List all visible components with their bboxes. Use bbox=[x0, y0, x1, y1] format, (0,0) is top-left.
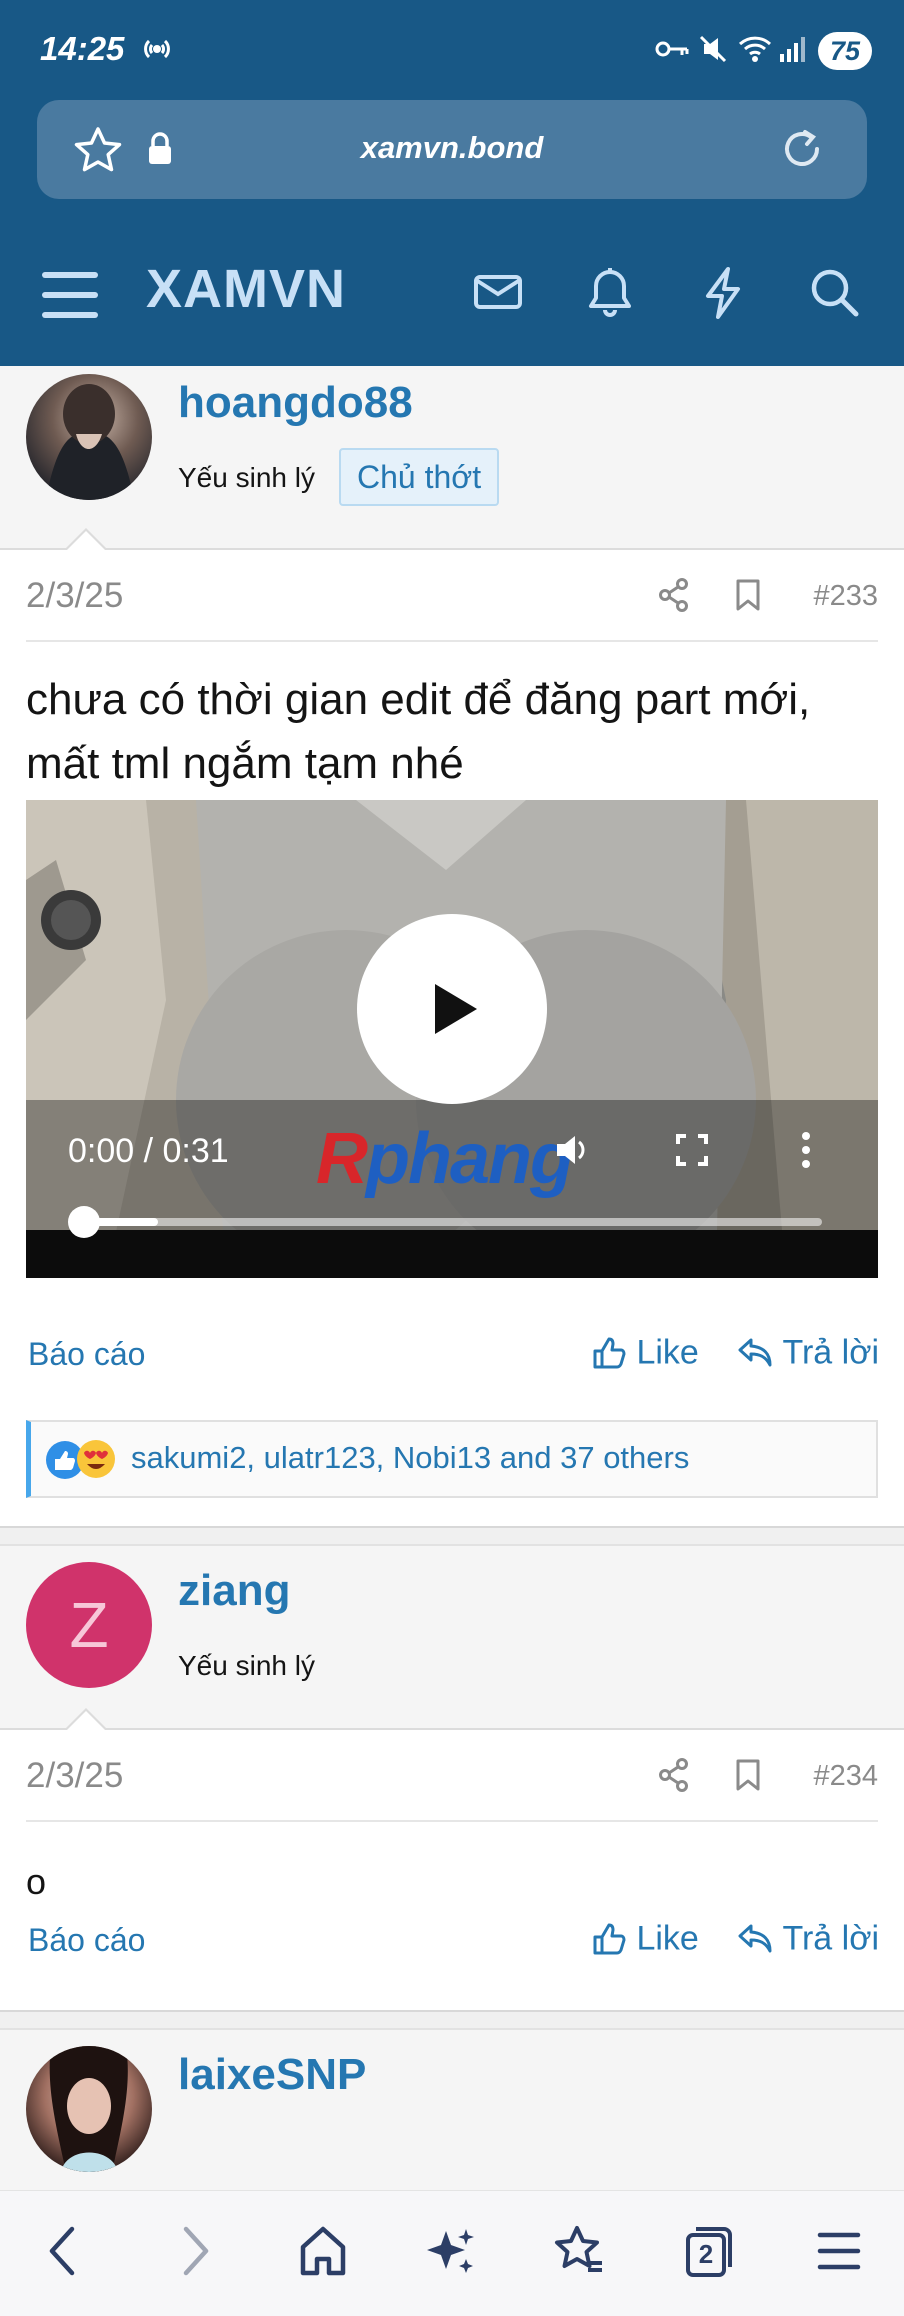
post-date[interactable]: 2/3/25 bbox=[26, 1756, 123, 1796]
post-235: laixeSNP bbox=[0, 2030, 904, 2190]
post-date[interactable]: 2/3/25 bbox=[26, 576, 123, 616]
avatar[interactable]: Z bbox=[26, 1562, 152, 1688]
post-username[interactable]: laixeSNP bbox=[178, 2050, 366, 2100]
thread-starter-badge: Chủ thớt bbox=[339, 448, 500, 506]
user-title: Yếu sinh lý bbox=[178, 1650, 315, 1681]
reload-icon[interactable] bbox=[777, 124, 827, 179]
reactions-text[interactable]: sakumi2, ulatr123, Nobi13 and 37 others bbox=[131, 1440, 689, 1476]
bookmark-icon[interactable] bbox=[734, 578, 762, 617]
speech-arrow bbox=[64, 528, 108, 551]
love-eyes-reaction-icon bbox=[75, 1438, 117, 1485]
report-link[interactable]: Báo cáo bbox=[28, 1922, 145, 1959]
video-scrubber[interactable] bbox=[68, 1206, 100, 1238]
like-label: Like bbox=[636, 1919, 699, 1958]
hamburger-menu-icon[interactable] bbox=[40, 268, 102, 327]
post-234: Z ziang Yếu sinh lý 2/3/25 #234 o Báo cá… bbox=[0, 1546, 904, 2010]
bookmarks-icon[interactable] bbox=[552, 2223, 606, 2284]
post-actions: Báo cáo Like Trả lời bbox=[26, 1912, 879, 1972]
forward-icon[interactable] bbox=[176, 2223, 216, 2284]
home-icon[interactable] bbox=[298, 2223, 348, 2284]
mute-icon bbox=[698, 34, 728, 69]
thumbs-up-icon bbox=[593, 1337, 626, 1369]
post-author-block: Z ziang Yếu sinh lý bbox=[0, 1546, 904, 1730]
url-text[interactable]: xamvn.bond bbox=[37, 130, 867, 166]
more-options-icon[interactable] bbox=[796, 1130, 816, 1175]
post-meta: 2/3/25 #233 bbox=[26, 552, 878, 642]
search-icon[interactable] bbox=[808, 266, 862, 325]
signal-icon bbox=[778, 34, 808, 69]
post-actions: Báo cáo Like Trả lời bbox=[26, 1326, 879, 1386]
status-bar: 14:25 75 bbox=[0, 0, 904, 96]
post-text: chưa có thời gian edit để đăng part mới,… bbox=[26, 675, 811, 788]
post-username[interactable]: ziang bbox=[178, 1566, 290, 1616]
browser-bottom-bar: 2 bbox=[0, 2190, 904, 2316]
volume-icon[interactable] bbox=[551, 1130, 591, 1175]
post-number[interactable]: #233 bbox=[813, 580, 878, 613]
site-nav: XAMVN bbox=[0, 236, 904, 366]
report-link[interactable]: Báo cáo bbox=[28, 1336, 145, 1373]
post-text: o bbox=[26, 1861, 47, 1902]
bell-icon[interactable] bbox=[584, 266, 636, 325]
post-number[interactable]: #234 bbox=[813, 1760, 878, 1793]
back-icon[interactable] bbox=[42, 2223, 82, 2284]
reply-button[interactable]: Trả lời bbox=[737, 1918, 879, 1959]
thumbs-up-icon bbox=[593, 1923, 626, 1955]
reply-button[interactable]: Trả lời bbox=[737, 1332, 879, 1373]
site-logo[interactable]: XAMVN bbox=[146, 258, 346, 320]
user-title: Yếu sinh lý bbox=[178, 462, 315, 493]
vpn-key-icon bbox=[654, 34, 690, 69]
lightning-icon[interactable] bbox=[700, 266, 746, 325]
hotspot-icon bbox=[140, 34, 174, 69]
post-separator bbox=[0, 1526, 904, 1546]
browser-header: 14:25 75 xamvn.bond XAMVN bbox=[0, 0, 904, 366]
post-separator bbox=[0, 2010, 904, 2030]
battery-indicator: 75 bbox=[818, 32, 872, 70]
play-button[interactable] bbox=[357, 914, 547, 1104]
speech-arrow bbox=[64, 1708, 108, 1731]
avatar[interactable] bbox=[26, 374, 152, 500]
tabs-count: 2 bbox=[698, 2239, 714, 2269]
reply-label: Trả lời bbox=[782, 1333, 880, 1372]
sparkle-icon[interactable] bbox=[424, 2223, 478, 2284]
wifi-icon bbox=[738, 34, 772, 69]
share-icon[interactable] bbox=[658, 1758, 690, 1797]
video-watermark: Rphang bbox=[316, 1118, 574, 1200]
watermark-blue-part: phang bbox=[366, 1119, 574, 1199]
browser-menu-icon[interactable] bbox=[816, 2223, 862, 2284]
thread-content: hoangdo88 Yếu sinh lý Chủ thớt 2/3/25 #2… bbox=[0, 366, 904, 2190]
video-time: 0:00 / 0:31 bbox=[68, 1132, 229, 1170]
post-author-block: hoangdo88 Yếu sinh lý Chủ thớt bbox=[0, 366, 904, 550]
watermark-red-part: R bbox=[316, 1119, 368, 1199]
avatar[interactable] bbox=[26, 2046, 152, 2172]
like-button[interactable]: Like bbox=[591, 1918, 699, 1959]
status-time: 14:25 bbox=[40, 30, 125, 67]
reactions-bar[interactable]: sakumi2, ulatr123, Nobi13 and 37 others bbox=[26, 1420, 878, 1498]
share-icon[interactable] bbox=[658, 578, 690, 617]
video-progress-track[interactable] bbox=[82, 1218, 822, 1226]
post-username[interactable]: hoangdo88 bbox=[178, 378, 413, 428]
inbox-icon[interactable] bbox=[472, 266, 524, 323]
address-bar[interactable]: xamvn.bond bbox=[37, 100, 867, 199]
like-label: Like bbox=[636, 1333, 699, 1372]
post-meta: 2/3/25 #234 bbox=[26, 1732, 878, 1822]
video-player[interactable]: 0:00 / 0:31 Rphang bbox=[26, 800, 878, 1278]
like-button[interactable]: Like bbox=[591, 1332, 699, 1373]
bookmark-icon[interactable] bbox=[734, 1758, 762, 1797]
tabs-icon[interactable]: 2 bbox=[684, 2223, 734, 2284]
play-icon bbox=[435, 984, 477, 1034]
reply-icon bbox=[738, 1338, 772, 1367]
fullscreen-icon[interactable] bbox=[672, 1130, 712, 1175]
reply-label: Trả lời bbox=[782, 1919, 880, 1958]
post-author-block: laixeSNP bbox=[0, 2030, 904, 2190]
post-233: hoangdo88 Yếu sinh lý Chủ thớt 2/3/25 #2… bbox=[0, 366, 904, 1526]
reply-icon bbox=[738, 1924, 772, 1953]
